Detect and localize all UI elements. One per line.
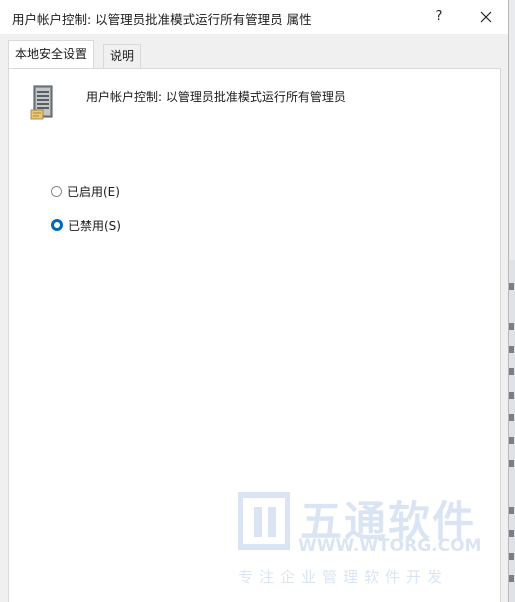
background-window-edge <box>509 260 515 602</box>
policy-name: 用户帐户控制: 以管理员批准模式运行所有管理员 <box>86 90 346 104</box>
background-text-fragment <box>509 323 514 330</box>
background-text-fragment <box>509 283 514 290</box>
disabled-radio-option[interactable]: 已禁用(S) <box>51 216 121 234</box>
background-text-fragment <box>509 368 514 375</box>
server-icon <box>30 85 53 120</box>
background-text-fragment <box>509 392 514 399</box>
background-text-fragment <box>509 575 514 582</box>
background-text-fragment <box>509 507 514 514</box>
background-text-fragment <box>509 414 514 421</box>
tab-explain[interactable]: 说明 <box>103 44 142 68</box>
enabled-label[interactable]: 已启用(E) <box>67 183 120 200</box>
window-title: 用户帐户控制: 以管理员批准模式运行所有管理员 属性 <box>12 12 312 27</box>
background-text-fragment <box>509 346 514 353</box>
tab-panel: 用户帐户控制: 以管理员批准模式运行所有管理员 已启用(E) 已禁用(S) <box>8 68 501 602</box>
background-text-fragment <box>509 437 514 444</box>
disabled-label[interactable]: 已禁用(S) <box>68 217 121 234</box>
properties-dialog: 用户帐户控制: 以管理员批准模式运行所有管理员 属性 ? 本地安全设置 说明 用… <box>0 0 509 602</box>
background-text-fragment <box>509 460 514 467</box>
background-text-fragment <box>509 530 514 537</box>
background-text-fragment <box>509 553 514 560</box>
disabled-radio[interactable] <box>51 219 63 231</box>
tab-local-security-setting[interactable]: 本地安全设置 <box>8 40 95 68</box>
title-bar[interactable]: 用户帐户控制: 以管理员批准模式运行所有管理员 属性 ? <box>0 0 508 34</box>
close-button[interactable] <box>472 4 500 30</box>
help-button[interactable]: ? <box>425 4 453 30</box>
close-icon <box>480 11 492 23</box>
enabled-radio-option[interactable]: 已启用(E) <box>51 182 120 200</box>
enabled-radio[interactable] <box>51 185 62 197</box>
